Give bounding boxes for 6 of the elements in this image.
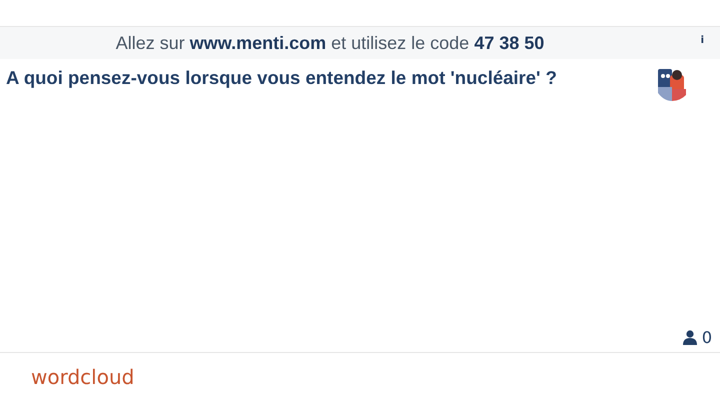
slide-caption: wordcloud: [30, 364, 136, 389]
question-title: A quoi pensez-vous lorsque vous entendez le mot 'nucléaire' ?: [6, 67, 557, 89]
person-icon: [682, 330, 697, 344]
join-instructions: Allez sur www.menti.com et utilisez le code 47 38 50: [116, 32, 544, 54]
participant-count: 0: [702, 328, 712, 346]
info-button[interactable]: i: [700, 35, 704, 46]
